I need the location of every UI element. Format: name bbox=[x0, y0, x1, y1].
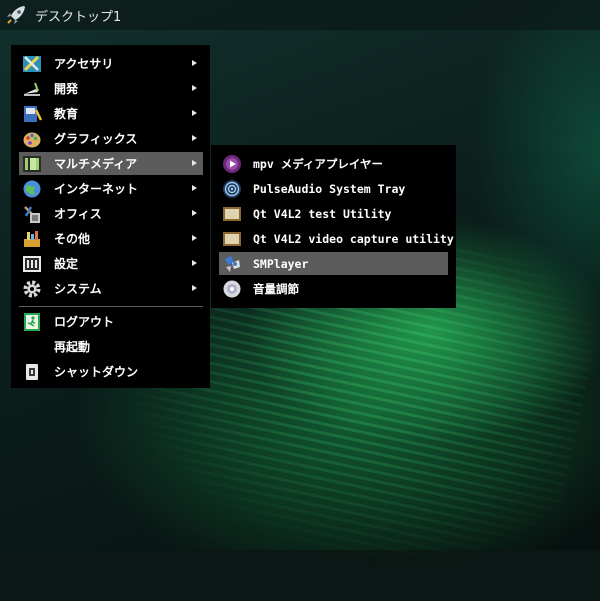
menu-item-mpv[interactable]: mpv メディアプレイヤー bbox=[219, 152, 448, 175]
menu-item-label: 教育 bbox=[54, 107, 79, 121]
menu-item-qvidcap[interactable]: Qt V4L2 video capture utility bbox=[219, 227, 454, 250]
development-icon bbox=[22, 79, 42, 99]
menu-item-label: システム bbox=[54, 282, 102, 296]
menu-item-label: PulseAudio System Tray bbox=[253, 181, 406, 196]
menu-item-label: グラフィックス bbox=[54, 132, 138, 146]
settings-icon bbox=[22, 254, 42, 274]
system-icon bbox=[22, 279, 42, 299]
menu-item-label: 開発 bbox=[54, 82, 79, 96]
multimedia-icon bbox=[22, 154, 42, 174]
accessories-icon bbox=[22, 54, 42, 74]
smplayer-icon bbox=[222, 254, 242, 274]
menu-item-other[interactable]: その他 bbox=[19, 227, 203, 250]
menu-separator bbox=[19, 306, 203, 307]
multimedia-submenu: mpv メディアプレイヤー PulseAudio System Tray Qt … bbox=[211, 145, 456, 308]
submenu-arrow-icon bbox=[192, 160, 197, 166]
other-icon bbox=[22, 229, 42, 249]
menu-item-shutdown[interactable]: シャットダウン bbox=[19, 360, 203, 383]
menu-item-label: その他 bbox=[54, 232, 91, 246]
qv4l2-icon bbox=[222, 204, 242, 224]
qvidcap-icon bbox=[222, 229, 242, 249]
menu-item-internet[interactable]: インターネット bbox=[19, 177, 203, 200]
menu-item-label: オフィス bbox=[54, 207, 102, 221]
menu-item-logout[interactable]: ログアウト bbox=[19, 310, 203, 333]
submenu-arrow-icon bbox=[192, 260, 197, 266]
menu-item-pulseaudio[interactable]: PulseAudio System Tray bbox=[219, 177, 448, 200]
menu-item-volume-control[interactable]: 音量調節 bbox=[219, 277, 448, 300]
menu-item-label: ログアウト bbox=[54, 315, 115, 329]
menu-item-graphics[interactable]: グラフィックス bbox=[19, 127, 203, 150]
submenu-arrow-icon bbox=[192, 85, 197, 91]
pulseaudio-icon bbox=[222, 179, 242, 199]
internet-icon bbox=[22, 179, 42, 199]
menu-item-label: 設定 bbox=[54, 257, 79, 271]
reboot-icon-placeholder bbox=[22, 337, 42, 357]
submenu-arrow-icon bbox=[192, 285, 197, 291]
menu-item-label: SMPlayer bbox=[253, 256, 309, 271]
menu-item-label: mpv メディアプレイヤー bbox=[253, 156, 384, 171]
graphics-icon bbox=[22, 129, 42, 149]
menu-item-label: 再起動 bbox=[54, 340, 91, 354]
menu-item-label: インターネット bbox=[54, 182, 139, 196]
rocket-icon[interactable] bbox=[4, 3, 28, 27]
submenu-arrow-icon bbox=[192, 185, 197, 191]
menu-item-label: 音量調節 bbox=[253, 281, 299, 296]
submenu-arrow-icon bbox=[192, 235, 197, 241]
submenu-arrow-icon bbox=[192, 110, 197, 116]
submenu-arrow-icon bbox=[192, 60, 197, 66]
menu-item-label: アクセサリ bbox=[54, 57, 114, 71]
menu-item-label: Qt V4L2 video capture utility bbox=[253, 231, 454, 246]
menu-item-reboot[interactable]: 再起動 bbox=[19, 335, 203, 358]
menu-item-multimedia[interactable]: マルチメディア bbox=[19, 152, 203, 175]
education-icon bbox=[22, 104, 42, 124]
application-menu: アクセサリ 開発 教育 グラフィックス マルチメディア インターネット オフィス… bbox=[11, 45, 210, 388]
menu-item-smplayer[interactable]: SMPlayer bbox=[219, 252, 448, 275]
logout-icon bbox=[22, 312, 42, 332]
menu-item-settings[interactable]: 設定 bbox=[19, 252, 203, 275]
shutdown-icon bbox=[22, 362, 42, 382]
submenu-arrow-icon bbox=[192, 210, 197, 216]
menu-item-office[interactable]: オフィス bbox=[19, 202, 203, 225]
menu-item-qv4l2[interactable]: Qt V4L2 test Utility bbox=[219, 202, 448, 225]
volume-control-icon bbox=[222, 279, 242, 299]
menu-item-label: マルチメディア bbox=[54, 157, 138, 171]
office-icon bbox=[22, 204, 42, 224]
menu-item-development[interactable]: 開発 bbox=[19, 77, 203, 100]
menu-item-accessories[interactable]: アクセサリ bbox=[19, 52, 203, 75]
menu-item-label: シャットダウン bbox=[54, 365, 139, 379]
top-panel: デスクトップ1 bbox=[0, 0, 600, 30]
desktop-name-label[interactable]: デスクトップ1 bbox=[35, 6, 121, 25]
submenu-arrow-icon bbox=[192, 135, 197, 141]
mpv-icon bbox=[222, 154, 242, 174]
menu-item-education[interactable]: 教育 bbox=[19, 102, 203, 125]
menu-item-label: Qt V4L2 test Utility bbox=[253, 206, 392, 221]
menu-item-system[interactable]: システム bbox=[19, 277, 203, 300]
